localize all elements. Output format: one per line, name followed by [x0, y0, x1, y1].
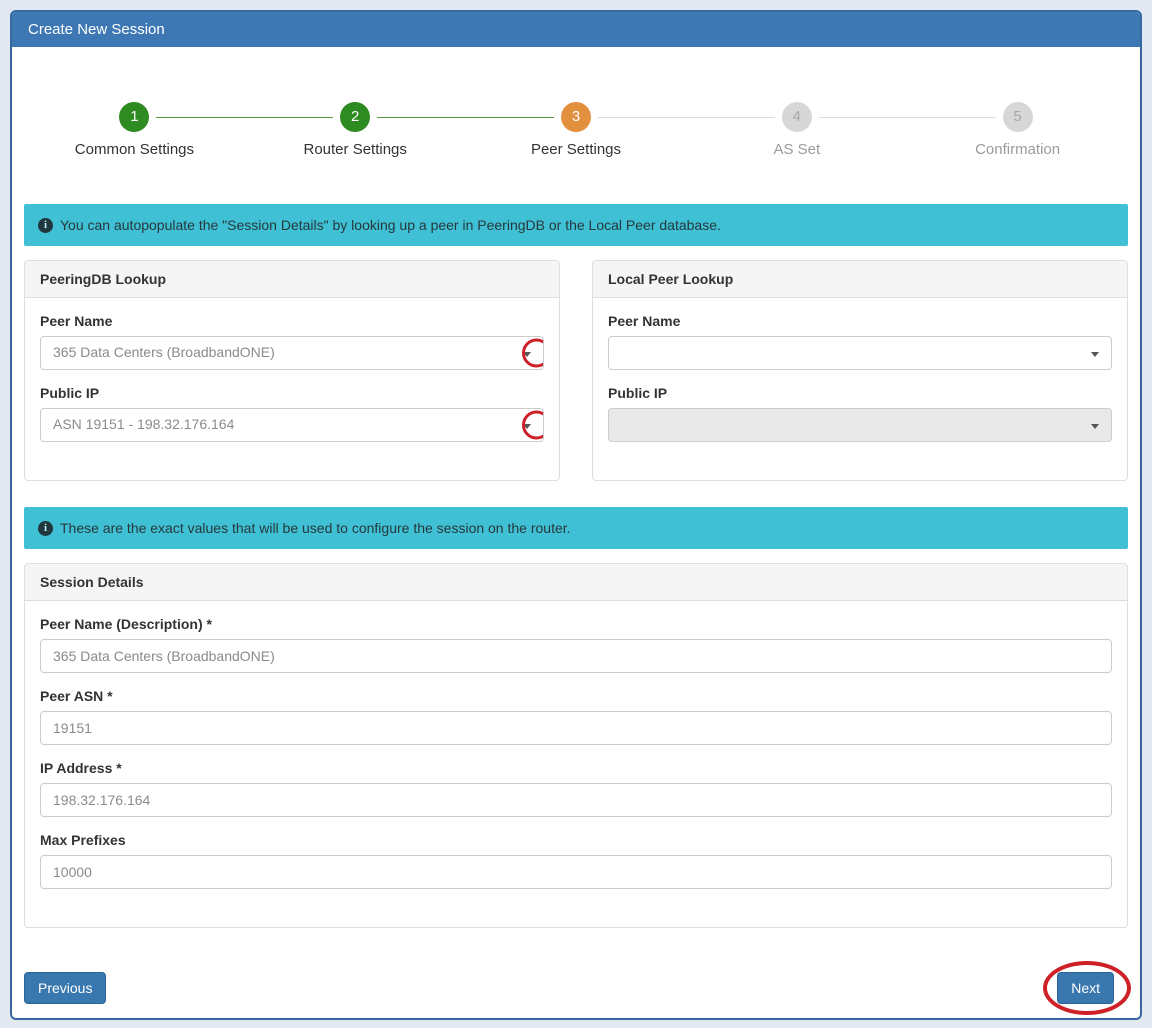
- peeringdb-public-ip-value: ASN 19151 - 198.32.176.164: [53, 416, 234, 432]
- peeringdb-peer-name-label: Peer Name: [40, 313, 544, 329]
- local-public-ip-label: Public IP: [608, 385, 1112, 401]
- step-common-settings[interactable]: 1 Common Settings: [24, 102, 245, 158]
- chevron-down-icon[interactable]: [523, 424, 531, 429]
- card-title: Create New Session: [12, 12, 1140, 47]
- ip-address-input[interactable]: [40, 783, 1112, 817]
- local-public-ip-select: [608, 408, 1112, 442]
- step-label: AS Set: [686, 141, 907, 158]
- previous-button[interactable]: Previous: [24, 972, 106, 1004]
- peer-asn-label: Peer ASN *: [40, 688, 1112, 704]
- lookup-info-banner: i You can autopopulate the "Session Deta…: [24, 204, 1128, 246]
- max-prefixes-input[interactable]: [40, 855, 1112, 889]
- step-number-badge: 3: [561, 102, 591, 132]
- peeringdb-lookup-title: PeeringDB Lookup: [25, 261, 559, 298]
- peeringdb-lookup-panel: PeeringDB Lookup Peer Name 365 Data Cent…: [24, 260, 560, 481]
- info-icon: i: [38, 218, 53, 233]
- step-label: Confirmation: [907, 141, 1128, 158]
- step-router-settings[interactable]: 2 Router Settings: [245, 102, 466, 158]
- step-number-badge: 4: [782, 102, 812, 132]
- local-peer-lookup-panel: Local Peer Lookup Peer Name Public IP: [592, 260, 1128, 481]
- chevron-down-icon: [1091, 424, 1099, 429]
- session-info-banner: i These are the exact values that will b…: [24, 507, 1128, 549]
- wizard-footer: Previous Next: [24, 972, 1128, 1006]
- lookup-panels-row: PeeringDB Lookup Peer Name 365 Data Cent…: [24, 260, 1128, 481]
- lookup-info-text: You can autopopulate the "Session Detail…: [60, 217, 721, 233]
- peer-name-description-input[interactable]: [40, 639, 1112, 673]
- step-label: Common Settings: [24, 141, 245, 158]
- info-icon: i: [38, 521, 53, 536]
- peeringdb-public-ip-select[interactable]: ASN 19151 - 198.32.176.164: [40, 408, 544, 442]
- chevron-down-icon[interactable]: [1091, 352, 1099, 357]
- step-number-badge: 5: [1003, 102, 1033, 132]
- step-peer-settings[interactable]: 3 Peer Settings: [466, 102, 687, 158]
- session-details-title: Session Details: [25, 564, 1127, 601]
- step-number-badge: 2: [340, 102, 370, 132]
- peeringdb-peer-name-value: 365 Data Centers (BroadbandONE): [53, 344, 275, 360]
- create-session-card: Create New Session 1 Common Settings 2 R…: [10, 10, 1142, 1020]
- local-peer-name-select[interactable]: [608, 336, 1112, 370]
- peer-asn-input[interactable]: [40, 711, 1112, 745]
- step-number-badge: 1: [119, 102, 149, 132]
- next-button[interactable]: Next: [1057, 972, 1114, 1004]
- peeringdb-public-ip-label: Public IP: [40, 385, 544, 401]
- step-confirmation[interactable]: 5 Confirmation: [907, 102, 1128, 158]
- chevron-down-icon[interactable]: [523, 352, 531, 357]
- local-peer-lookup-title: Local Peer Lookup: [593, 261, 1127, 298]
- wizard-stepper: 1 Common Settings 2 Router Settings 3 Pe…: [24, 59, 1128, 204]
- ip-address-label: IP Address *: [40, 760, 1112, 776]
- step-label: Peer Settings: [466, 141, 687, 158]
- peeringdb-peer-name-select[interactable]: 365 Data Centers (BroadbandONE): [40, 336, 544, 370]
- session-info-text: These are the exact values that will be …: [60, 520, 571, 536]
- step-as-set[interactable]: 4 AS Set: [686, 102, 907, 158]
- peer-name-description-label: Peer Name (Description) *: [40, 616, 1112, 632]
- local-peer-name-label: Peer Name: [608, 313, 1112, 329]
- max-prefixes-label: Max Prefixes: [40, 832, 1112, 848]
- card-body: 1 Common Settings 2 Router Settings 3 Pe…: [12, 47, 1140, 1018]
- step-label: Router Settings: [245, 141, 466, 158]
- session-details-panel: Session Details Peer Name (Description) …: [24, 563, 1128, 928]
